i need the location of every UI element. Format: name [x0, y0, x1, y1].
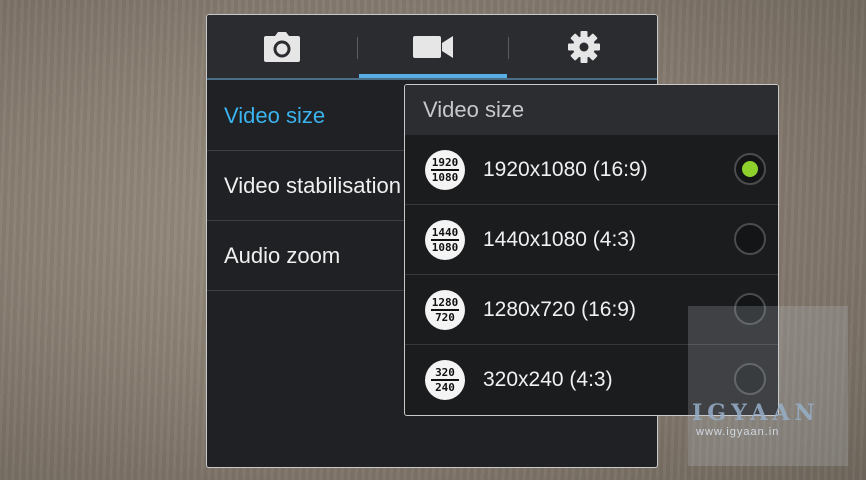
option-1920x1080[interactable]: 1920 1080 1920x1080 (16:9) — [405, 135, 778, 205]
radio-button-selected[interactable] — [734, 153, 766, 185]
tab-camera[interactable] — [207, 15, 357, 79]
option-label: 1440x1080 (4:3) — [483, 227, 636, 251]
radio-button[interactable] — [734, 223, 766, 255]
tab-bar — [207, 15, 657, 80]
option-label: 1920x1080 (16:9) — [483, 157, 648, 181]
resolution-1440x1080-icon: 1440 1080 — [425, 220, 465, 260]
gear-icon — [568, 31, 600, 63]
option-1440x1080[interactable]: 1440 1080 1440x1080 (4:3) — [405, 205, 778, 275]
resolution-320x240-icon: 320 240 — [425, 360, 465, 400]
menu-item-label: Video size — [224, 102, 326, 128]
menu-item-label: Audio zoom — [224, 242, 341, 268]
video-camera-icon — [413, 36, 453, 58]
tab-bar-divider — [207, 78, 657, 80]
option-label: 1280x720 (16:9) — [483, 297, 636, 321]
camera-icon — [264, 32, 300, 62]
tab-settings[interactable] — [509, 15, 657, 79]
resolution-1920x1080-icon: 1920 1080 — [425, 150, 465, 190]
dialog-title: Video size — [405, 85, 778, 135]
watermark-brand: IGYAAN — [692, 400, 820, 426]
watermark: IGYAAN www.igyaan.in — [688, 306, 848, 466]
tab-video[interactable] — [358, 15, 508, 79]
watermark-site: www.igyaan.in — [696, 426, 780, 438]
menu-item-label: Video stabilisation — [224, 172, 401, 198]
option-label: 320x240 (4:3) — [483, 368, 613, 391]
resolution-1280x720-icon: 1280 720 — [425, 290, 465, 330]
